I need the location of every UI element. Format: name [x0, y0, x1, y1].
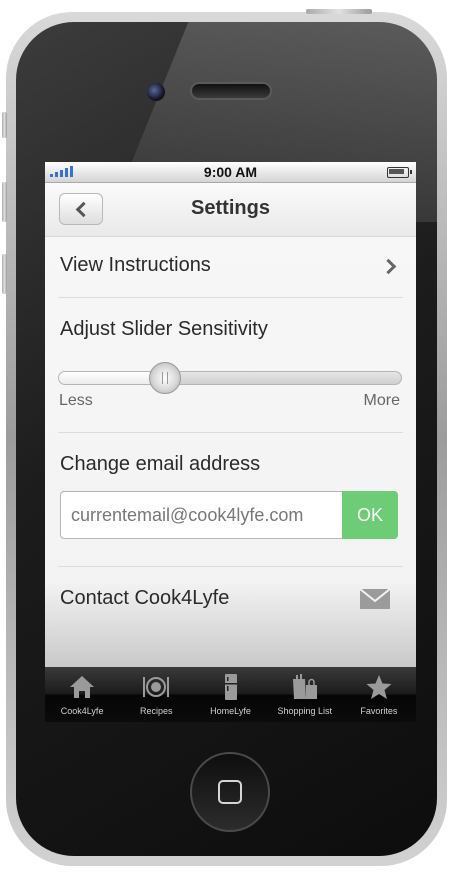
divider	[58, 630, 403, 631]
tab-label: Shopping List	[277, 706, 332, 716]
navigation-bar: Settings	[45, 183, 416, 237]
divider	[58, 432, 403, 433]
grip-icon	[161, 372, 168, 384]
tab-recipes[interactable]: Recipes	[119, 667, 193, 722]
status-time: 9:00 AM	[203, 164, 258, 180]
tab-label: Cook4Lyfe	[60, 706, 104, 716]
power-button	[306, 9, 372, 14]
mail-icon	[359, 588, 391, 609]
divider	[58, 297, 403, 298]
sensitivity-slider-track[interactable]	[58, 371, 402, 385]
tab-label: Favorites	[360, 706, 398, 716]
tab-homelyfe[interactable]: HomeLyfe	[193, 667, 267, 722]
slider-min-label: Less	[59, 392, 93, 409]
tab-label: HomeLyfe	[210, 706, 251, 716]
contact-label: Contact Cook4Lyfe	[60, 587, 230, 609]
slider-sensitivity-title: Adjust Slider Sensitivity	[60, 318, 268, 340]
fridge-icon	[224, 674, 237, 700]
sensitivity-slider-thumb[interactable]	[148, 362, 181, 394]
settings-list: View Instructions Adjust Slider Sensitiv…	[45, 237, 416, 667]
star-icon	[366, 675, 392, 699]
shopping-bag-icon	[292, 674, 317, 699]
home-square-icon	[218, 780, 242, 804]
earpiece-speaker	[190, 82, 272, 100]
mute-switch	[2, 112, 7, 138]
status-bar: 9:00 AM	[45, 162, 416, 183]
volume-up-button	[2, 182, 7, 222]
home-button[interactable]	[190, 752, 270, 832]
signal-strength-icon	[50, 166, 73, 177]
email-input[interactable]	[60, 491, 342, 539]
change-email-title: Change email address	[60, 453, 261, 475]
slider-max-label: More	[363, 392, 400, 409]
view-instructions-label: View Instructions	[60, 254, 211, 276]
page-title: Settings	[191, 197, 270, 219]
tab-label: Recipes	[140, 706, 173, 716]
tab-favorites[interactable]: Favorites	[342, 667, 416, 722]
chevron-right-icon	[380, 258, 397, 275]
email-form: OK	[60, 491, 398, 539]
tab-cook4lyfe[interactable]: Cook4Lyfe	[45, 667, 119, 722]
tab-bar: Cook4Lyfe Recipes HomeLyfe Shopping List…	[45, 667, 416, 722]
tab-shopping-list[interactable]: Shopping List	[268, 667, 342, 722]
app-screen: 9:00 AM Settings View Instructions Adjus…	[45, 162, 416, 722]
ok-button[interactable]: OK	[342, 491, 398, 539]
front-camera	[147, 83, 165, 101]
view-instructions-row[interactable]: View Instructions	[45, 237, 416, 297]
volume-down-button	[2, 254, 7, 294]
battery-icon	[387, 167, 412, 178]
home-icon	[70, 676, 95, 698]
plate-cutlery-icon	[143, 677, 170, 697]
